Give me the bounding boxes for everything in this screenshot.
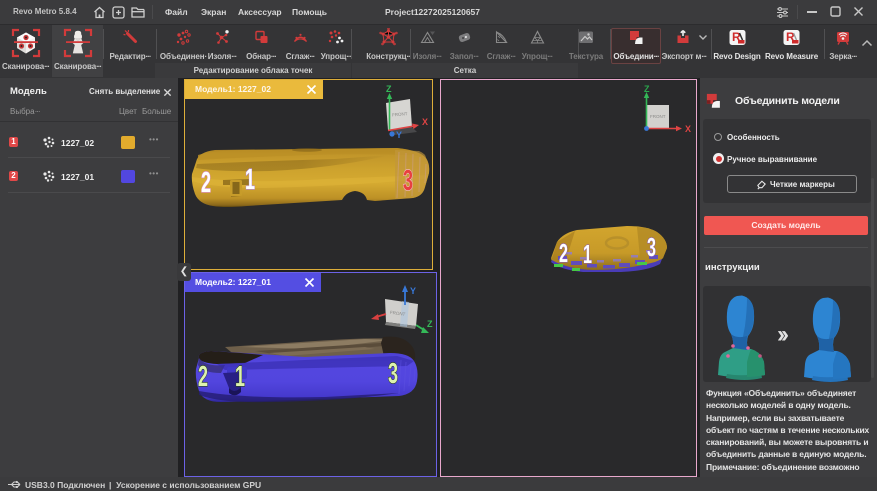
svg-text:3: 3 [403, 165, 413, 197]
svg-text:Z: Z [386, 85, 392, 94]
svg-text:X: X [422, 117, 428, 127]
svg-text:3: 3 [388, 358, 398, 390]
svg-text:3: 3 [647, 232, 656, 262]
svg-text:››: ›› [777, 321, 788, 348]
svg-text:2: 2 [198, 361, 208, 393]
svg-text:1: 1 [235, 361, 245, 393]
svg-text:X: X [685, 124, 691, 134]
svg-text:1: 1 [583, 239, 592, 269]
svg-text:2: 2 [201, 167, 211, 199]
svg-text:Y: Y [396, 130, 402, 139]
svg-text:FRONT: FRONT [650, 114, 666, 119]
svg-text:1: 1 [245, 164, 255, 196]
svg-text:Y: Y [410, 286, 416, 296]
svg-text:2: 2 [559, 238, 568, 268]
svg-text:Z: Z [427, 319, 433, 329]
svg-text:Z: Z [644, 85, 650, 94]
